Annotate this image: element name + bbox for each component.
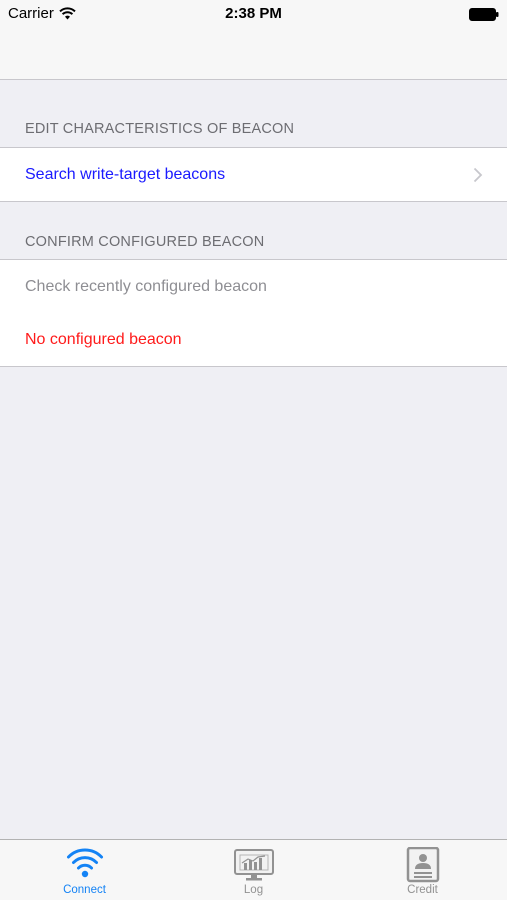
section-header-confirm: CONFIRM CONFIGURED BEACON [25,234,265,250]
search-beacons-row[interactable]: Search write-target beacons [0,148,507,201]
app-screen: Carrier 2:38 PM EDIT CHARACTERISTICS OF … [0,0,507,900]
monitor-chart-icon [233,849,274,881]
tab-connect[interactable]: Connect [0,840,169,900]
check-recent-label: Check recently configured beacon [25,277,267,295]
status-bar: Carrier 2:38 PM [0,0,507,28]
group-confirm-configured: Check recently configured beacon No conf… [0,259,507,367]
tab-credit[interactable]: Credit [338,840,507,900]
tab-log-label: Log [243,884,264,896]
section-header-edit: EDIT CHARACTERISTICS OF BEACON [25,121,295,137]
navigation-bar: Carrier 2:38 PM [0,0,507,80]
group-edit-characteristics: Search write-target beacons [0,147,507,202]
tab-credit-label: Credit [407,884,438,896]
tab-bar: Connect Log Credit [0,839,507,900]
wifi-icon [66,848,103,878]
no-configured-row: No configured beacon [0,313,507,366]
no-configured-label: No configured beacon [25,330,182,348]
chevron-right-icon [473,167,483,182]
search-beacons-label: Search write-target beacons [25,165,226,183]
id-card-icon [406,847,439,883]
status-time: 2:38 PM [225,5,282,22]
tab-log[interactable]: Log [169,840,338,900]
tab-connect-label: Connect [63,884,106,896]
battery-icon [469,8,499,21]
check-recent-row: Check recently configured beacon [0,260,507,313]
